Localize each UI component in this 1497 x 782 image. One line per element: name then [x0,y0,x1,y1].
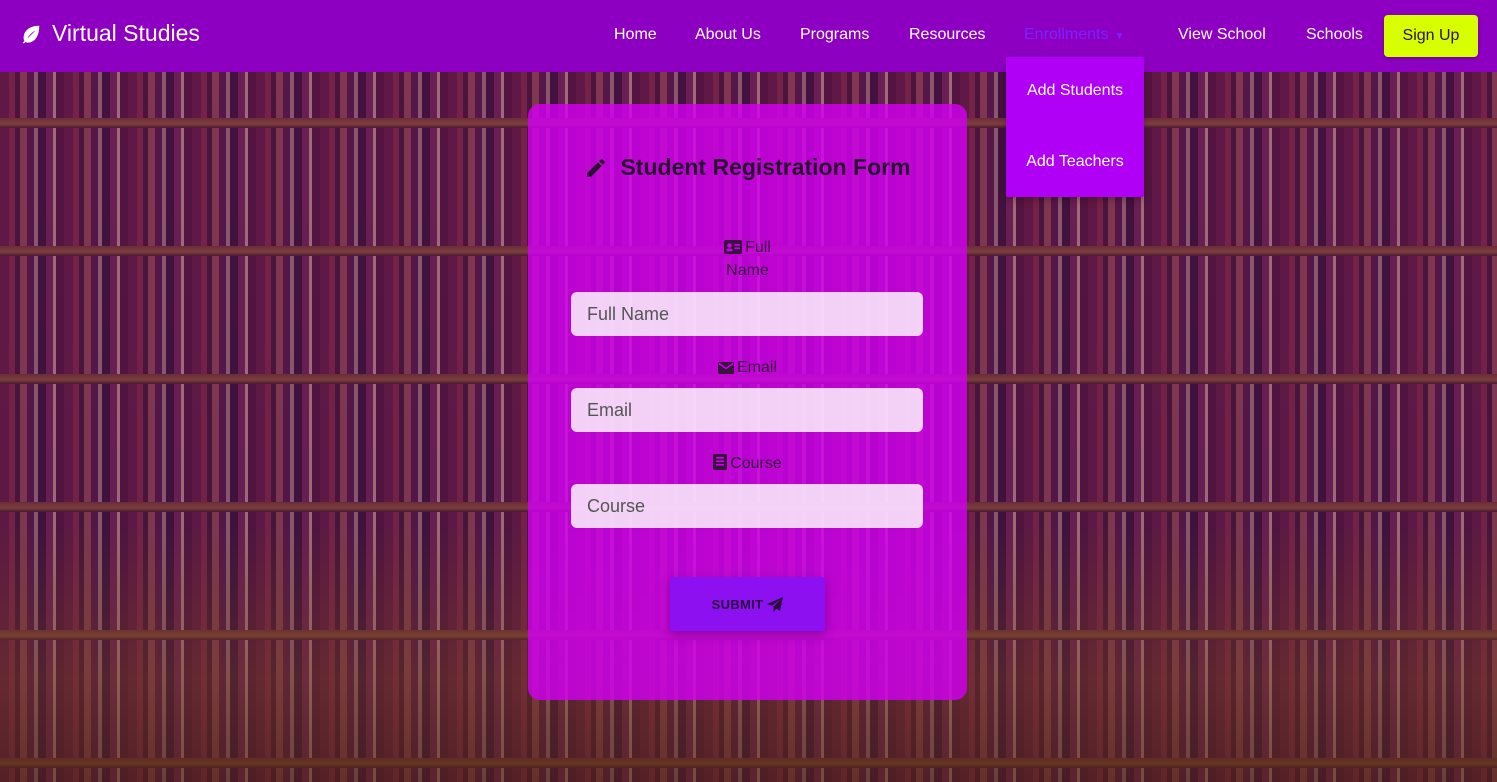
envelope-icon [717,362,734,374]
id-card-icon [724,240,743,254]
paper-plane-icon [767,596,784,612]
nav-programs[interactable]: Programs [800,26,869,44]
form-title-text: Student Registration Form [620,154,911,180]
navbar: Virtual Studies Home About Us Programs R… [0,0,1497,72]
book-icon [713,454,728,470]
nav-about-us[interactable]: About Us [695,26,761,44]
course-label: Course [528,452,967,475]
email-label: Email [528,356,967,379]
course-label-text: Course [730,455,782,472]
nav-enrollments-label: Enrollments [1024,26,1109,43]
enrollments-dropdown: Add Students Add Teachers [1006,57,1144,197]
pencil-icon [587,158,606,177]
nav-schools[interactable]: Schools [1306,26,1363,44]
dropdown-item-add-students[interactable]: Add Students [1006,82,1144,100]
nav-enrollments[interactable]: Enrollments ▼ [1024,26,1124,44]
full-name-label: Full Name [528,236,967,282]
email-label-text: Email [736,359,777,376]
dropdown-item-add-teachers[interactable]: Add Teachers [1006,153,1144,171]
nav-view-school[interactable]: View School [1178,26,1266,44]
course-input[interactable] [571,484,923,528]
registration-form-card: Student Registration Form Full Name Emai… [528,104,967,700]
email-input[interactable] [571,388,923,432]
form-title: Student Registration Form [528,154,967,181]
nav-home[interactable]: Home [614,26,657,44]
nav-resources[interactable]: Resources [909,26,985,44]
submit-label: SUBMIT [711,596,764,612]
submit-button[interactable]: SUBMIT [670,577,825,631]
caret-down-icon: ▼ [1114,31,1125,42]
full-name-input[interactable] [571,292,923,336]
signup-button[interactable]: Sign Up [1384,15,1478,57]
